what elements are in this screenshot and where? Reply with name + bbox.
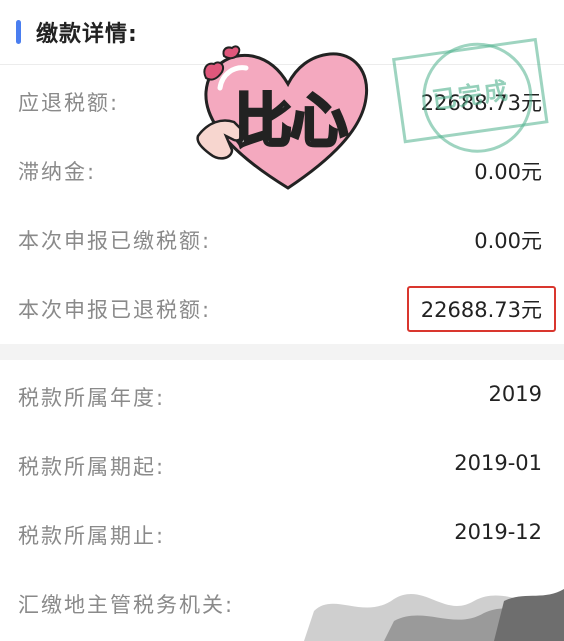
header-accent-bar <box>16 20 21 44</box>
period-end-value: 2019-12 <box>454 520 542 544</box>
period-start-label: 税款所属期起: <box>18 455 166 479</box>
redaction-scribble <box>304 589 564 641</box>
heart-hand-sticker: 比心 <box>196 38 374 198</box>
late-fee-label: 滞纳金: <box>18 160 97 184</box>
tax-authority-label: 汇缴地主管税务机关: <box>18 593 235 617</box>
tax-year-label: 税款所属年度: <box>18 386 166 410</box>
refunded-tax-value: 22688.73元 <box>406 286 556 332</box>
detail-row-refunded-tax: 本次申报已退税额: 22688.73元 <box>0 272 564 341</box>
section-divider <box>0 344 564 360</box>
sticker-text: 比心 <box>232 86 349 157</box>
refunded-tax-label: 本次申报已退税额: <box>18 298 212 322</box>
paid-tax-label: 本次申报已缴税额: <box>18 229 212 253</box>
refund-due-label: 应退税额: <box>18 91 120 115</box>
period-start-value: 2019-01 <box>454 451 542 475</box>
period-row-year: 税款所属年度: 2019 <box>0 360 564 429</box>
detail-row-paid-tax: 本次申报已缴税额: 0.00元 <box>0 203 564 272</box>
paid-tax-value: 0.00元 <box>474 229 542 253</box>
tax-year-value: 2019 <box>488 382 542 406</box>
completed-stamp: 已完成 <box>380 25 555 166</box>
period-row-start: 税款所属期起: 2019-01 <box>0 429 564 498</box>
page-title: 缴款详情: <box>36 22 138 47</box>
period-end-label: 税款所属期止: <box>18 524 166 548</box>
late-fee-value: 0.00元 <box>474 160 542 184</box>
period-row-end: 税款所属期止: 2019-12 <box>0 498 564 567</box>
